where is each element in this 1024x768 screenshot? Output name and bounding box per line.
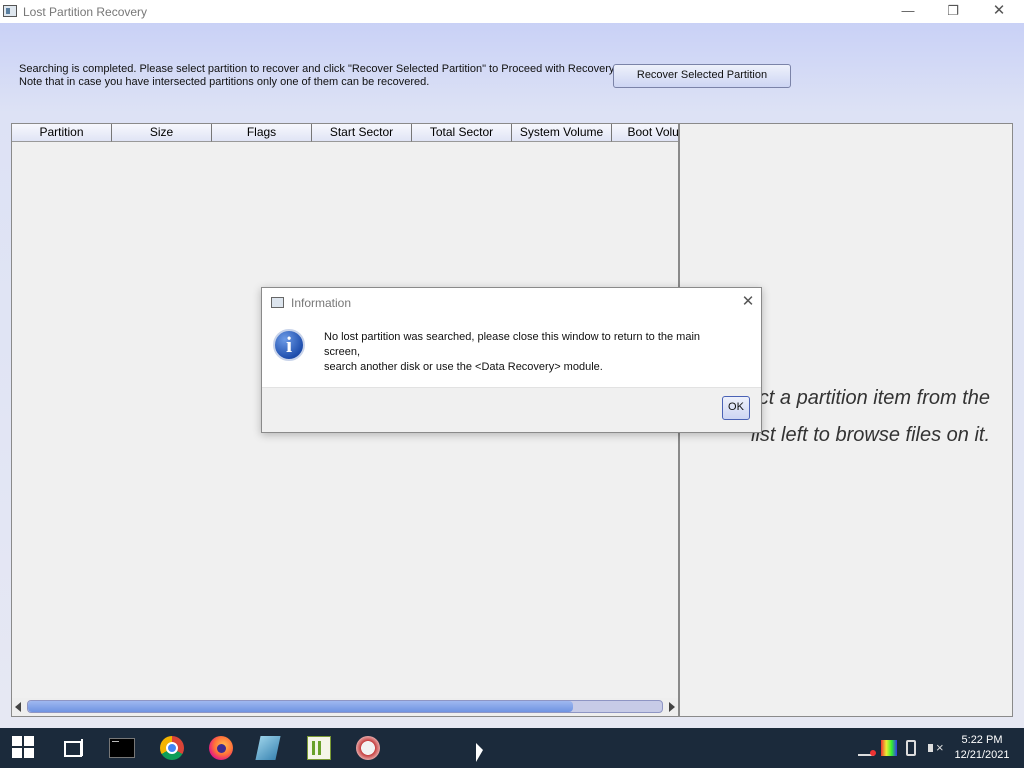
close-button[interactable]: ✕ <box>976 0 1022 23</box>
ok-button[interactable]: OK <box>722 396 750 420</box>
column-header[interactable]: Start Sector <box>312 124 412 142</box>
instructions: Searching is completed. Please select pa… <box>19 63 617 89</box>
dialog-app-icon <box>271 297 284 308</box>
dialog-footer: OK <box>262 387 761 432</box>
start-icon[interactable] <box>12 736 34 758</box>
column-header[interactable]: Flags <box>212 124 312 142</box>
mouse-cursor-icon <box>476 743 483 762</box>
dialog-message-line-2: screen, <box>324 346 361 358</box>
clock-date: 12/21/2021 <box>954 749 1010 761</box>
column-header[interactable]: Partition <box>12 124 112 142</box>
usb-icon[interactable] <box>906 740 916 756</box>
horizontal-scrollbar[interactable] <box>12 698 678 716</box>
window-title: Lost Partition Recovery <box>23 5 148 19</box>
column-header[interactable]: Total Sector <box>412 124 512 142</box>
paint-icon[interactable] <box>356 736 380 760</box>
scroll-right-arrow-icon[interactable] <box>669 702 675 712</box>
column-header[interactable]: Size <box>112 124 212 142</box>
chrome-icon[interactable] <box>160 736 184 760</box>
volume-muted-icon[interactable] <box>928 740 944 756</box>
dialog-message: No lost partition was searched, please c… <box>324 330 744 375</box>
minimize-button[interactable]: — <box>885 0 931 23</box>
scroll-thumb[interactable] <box>28 701 574 712</box>
maximize-button[interactable]: ❐ <box>930 0 976 23</box>
recover-selected-partition-button[interactable]: Recover Selected Partition <box>613 64 791 88</box>
task-view-icon[interactable] <box>62 736 86 760</box>
network-icon[interactable] <box>858 740 876 756</box>
dialog-message-line-1: No lost partition was searched, please c… <box>324 331 701 343</box>
text-editor-icon[interactable] <box>307 736 331 760</box>
scroll-left-arrow-icon[interactable] <box>15 702 21 712</box>
firefox-icon[interactable] <box>209 736 233 760</box>
column-header[interactable]: System Volume <box>512 124 612 142</box>
system-clock[interactable]: 5:22 PM 12/21/2021 <box>952 733 1012 763</box>
dialog-close-button[interactable]: ✕ <box>738 292 758 312</box>
dialog-message-line-3: search another disk or use the <Data Rec… <box>324 361 603 373</box>
clock-time: 5:22 PM <box>961 734 1003 746</box>
taskbar: 5:22 PM 12/21/2021 <box>0 728 1024 768</box>
command-prompt-icon[interactable] <box>109 738 135 758</box>
information-dialog: Information ✕ i No lost partition was se… <box>261 287 762 433</box>
dialog-title: Information <box>291 296 352 310</box>
column-header[interactable]: Boot Volume <box>612 124 678 142</box>
instruction-line-1: Searching is completed. Please select pa… <box>19 63 617 75</box>
scroll-track[interactable] <box>27 700 663 713</box>
title-bar: Lost Partition Recovery — ❐ ✕ <box>0 0 1024 23</box>
color-icon[interactable] <box>881 740 897 756</box>
app-icon <box>3 5 17 17</box>
notepad-icon[interactable] <box>255 736 281 760</box>
partition-list-header: Partition Size Flags Start Sector Total Sect… <box>12 124 678 142</box>
instruction-line-2: Note that in case you have intersected p… <box>19 76 430 88</box>
info-icon: i <box>273 329 305 361</box>
